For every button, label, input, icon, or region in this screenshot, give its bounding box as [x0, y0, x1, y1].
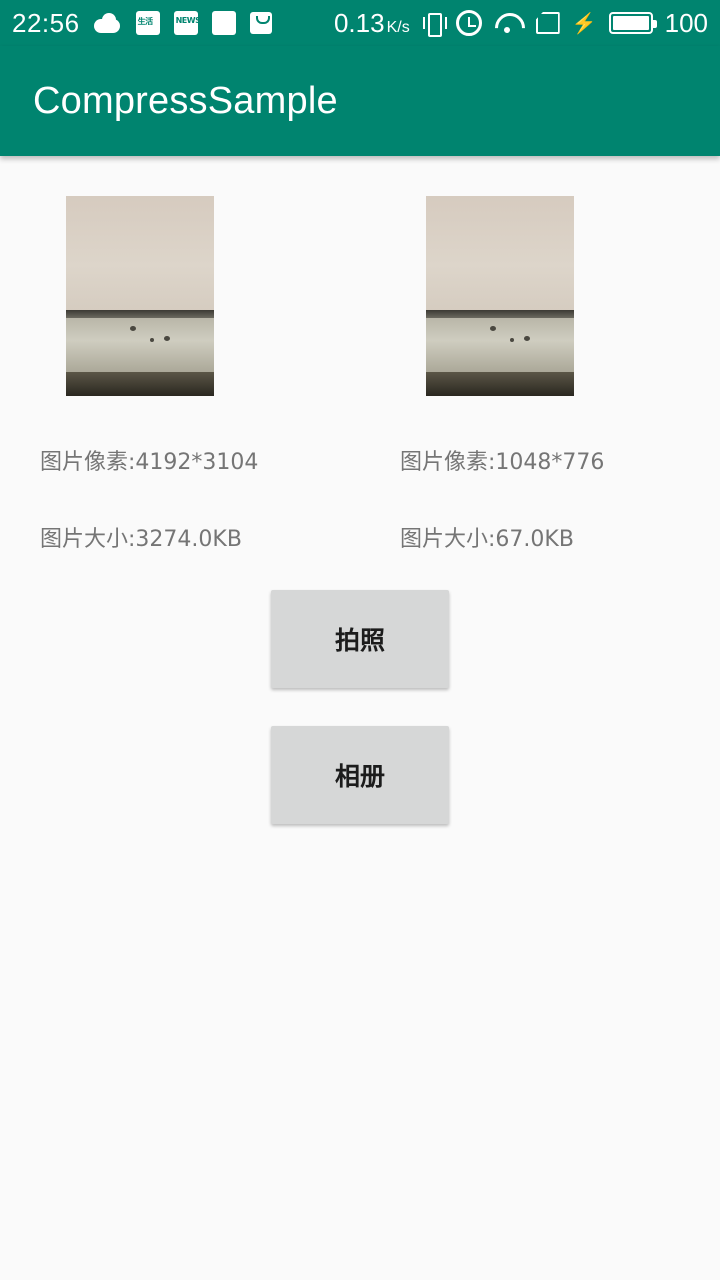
battery-level: 100 [664, 7, 708, 38]
compressed-image [426, 196, 574, 396]
life-badge-text: 生活 [137, 17, 154, 26]
status-bar: 22:56 生活 NEWS 0.13 K/s ⚡ 100 [0, 0, 720, 46]
cloud-icon [92, 13, 122, 33]
system-status: 0.13 K/s ⚡ 100 [334, 8, 708, 39]
net-speed-value: 0.13 [333, 7, 385, 38]
album-button[interactable]: 相册 [271, 726, 449, 824]
sim-icon [535, 12, 560, 34]
alarm-icon [455, 10, 482, 36]
compressed-pixels-text: 图片像素:1048*776 [400, 450, 605, 475]
take-photo-button[interactable]: 拍照 [271, 590, 449, 688]
shop-bag-icon [249, 12, 272, 34]
life-app-icon: 生活 [135, 11, 160, 35]
compressed-size-text: 图片大小:67.0KB [400, 527, 574, 552]
net-speed: 0.13 K/s [334, 8, 410, 39]
original-pixels-text: 图片像素:4192*3104 [40, 450, 259, 475]
net-speed-unit: K/s [386, 18, 410, 36]
original-image [66, 196, 214, 396]
wifi-icon [494, 11, 524, 35]
news-badge-text: NEWS [175, 16, 201, 25]
page-title: CompressSample [33, 79, 338, 122]
news-app-icon: NEWS [173, 11, 201, 35]
app-bar: CompressSample [0, 46, 720, 156]
battery-icon [608, 12, 657, 34]
notification-icons: 生活 NEWS [92, 11, 272, 35]
charging-icon: ⚡ [571, 12, 597, 35]
status-time: 22:56 [12, 7, 80, 38]
vibrate-icon [422, 11, 447, 37]
reader-app-icon [211, 11, 236, 35]
original-size-text: 图片大小:3274.0KB [40, 527, 242, 552]
